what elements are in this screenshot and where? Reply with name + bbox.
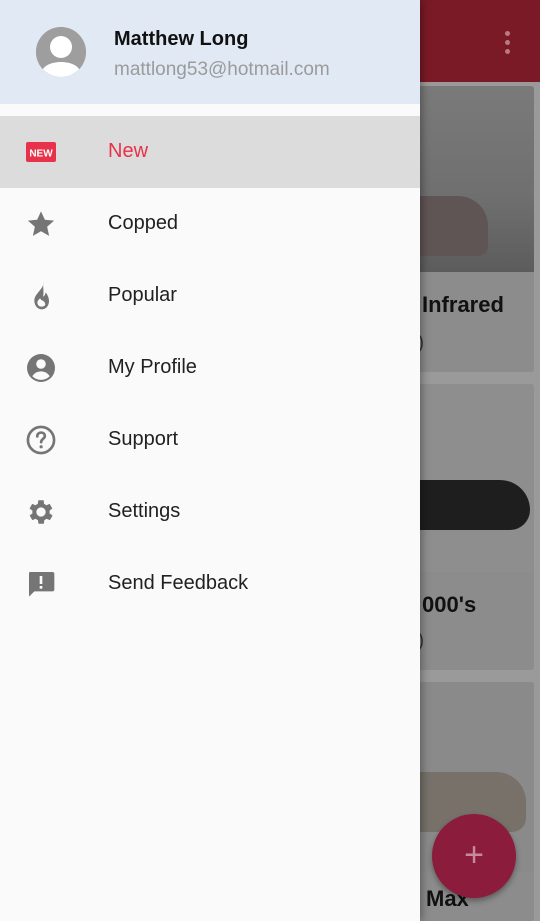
drawer-menu: NEW New Copped Popular My Profile Suppor… [0, 116, 420, 620]
drawer-header: Matthew Long mattlong53@hotmail.com [0, 0, 420, 104]
plus-icon: + [464, 836, 484, 874]
drawer-item-my-profile[interactable]: My Profile [0, 332, 420, 404]
overflow-menu-icon[interactable] [498, 28, 516, 56]
gear-icon [29, 500, 53, 524]
avatar[interactable] [36, 27, 86, 77]
product-title: 000's [422, 592, 477, 617]
drawer-item-popular[interactable]: Popular [0, 260, 420, 332]
drawer-item-label: My Profile [108, 356, 197, 378]
product-card[interactable]: 000's ) [418, 384, 534, 670]
user-name: Matthew Long [114, 28, 249, 50]
drawer-item-label: Copped [108, 212, 179, 234]
add-fab-button[interactable]: + [432, 814, 516, 898]
help-circle-icon [26, 425, 56, 455]
navigation-drawer: Matthew Long mattlong53@hotmail.com NEW … [0, 0, 420, 921]
drawer-item-label: Support [108, 428, 179, 450]
feedback-icon [28, 572, 55, 597]
drawer-item-label: Send Feedback [108, 572, 249, 594]
drawer-item-label: Settings [108, 500, 181, 522]
new-badge-text: NEW [29, 149, 53, 160]
star-icon [27, 211, 55, 236]
product-image [418, 86, 534, 272]
drawer-item-send-feedback[interactable]: Send Feedback [0, 548, 420, 620]
drawer-item-copped[interactable]: Copped [0, 188, 420, 260]
drawer-item-settings[interactable]: Settings [0, 476, 420, 548]
product-image [418, 384, 534, 572]
person-icon [36, 27, 86, 77]
drawer-item-label: Popular [108, 284, 177, 306]
product-title: Infrared [422, 292, 504, 317]
product-card[interactable]: Infrared ) [418, 86, 534, 372]
flame-icon [34, 282, 49, 310]
account-circle-icon [27, 354, 55, 382]
drawer-item-label: New [108, 140, 149, 162]
new-badge-icon: NEW [26, 142, 56, 162]
drawer-item-new[interactable]: NEW New [0, 116, 420, 188]
drawer-item-support[interactable]: Support [0, 404, 420, 476]
user-email: mattlong53@hotmail.com [114, 59, 330, 80]
